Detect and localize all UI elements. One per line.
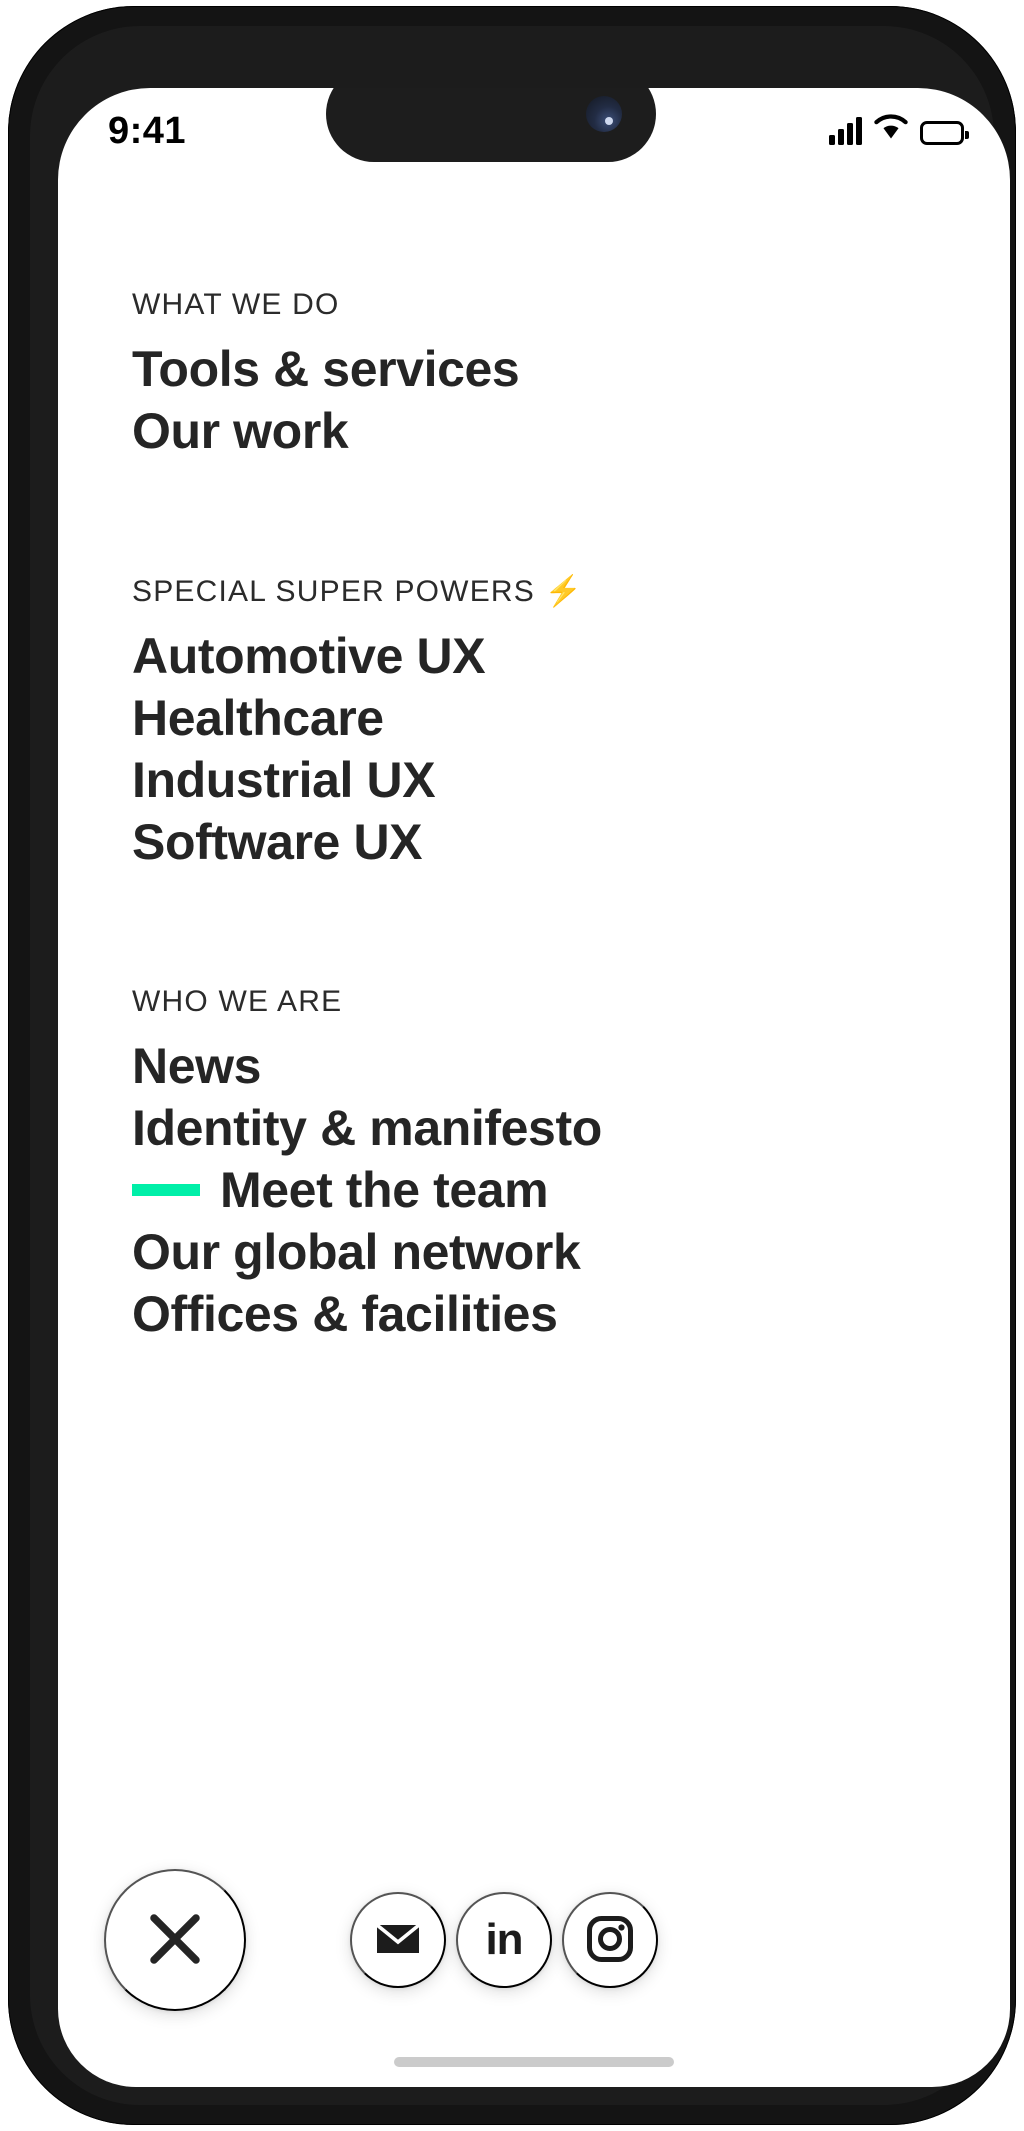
nav-item-industrial-ux[interactable]: Industrial UX xyxy=(132,749,1010,811)
status-bar: 9:41 xyxy=(58,88,1010,178)
envelope-icon xyxy=(375,1921,421,1960)
nav-group-label-text: SPECIAL SUPER POWERS xyxy=(132,575,535,608)
nav-group-what-we-do: WHAT WE DO Tools & services Our work xyxy=(132,288,1010,462)
nav-item-automotive-ux[interactable]: Automotive UX xyxy=(132,625,1010,687)
instagram-button[interactable] xyxy=(562,1892,658,1988)
phone-frame: 9:41 WHAT WE DO Tools & services Our wor… xyxy=(8,6,1016,2125)
nav-item-news[interactable]: News xyxy=(132,1035,1010,1097)
nav-item-our-global-network[interactable]: Our global network xyxy=(132,1221,1010,1283)
nav-item-label: Tools & services xyxy=(132,341,520,397)
home-indicator xyxy=(394,2057,674,2067)
nav-group-who-we-are: WHO WE ARE News Identity & manifesto Mee… xyxy=(132,985,1010,1345)
nav-item-label: Meet the team xyxy=(220,1162,549,1218)
lightning-bolt-icon: ⚡ xyxy=(544,575,584,608)
close-menu-button[interactable] xyxy=(104,1869,246,2011)
nav-item-label: Identity & manifesto xyxy=(132,1100,602,1156)
active-indicator-dash xyxy=(132,1184,200,1196)
linkedin-button[interactable]: in xyxy=(456,1892,552,1988)
nav-item-identity-and-manifesto[interactable]: Identity & manifesto xyxy=(132,1097,1010,1159)
nav-item-label: Industrial UX xyxy=(132,752,436,808)
nav-group-label-text: WHAT WE DO xyxy=(132,288,340,321)
status-bar-time: 9:41 xyxy=(108,110,187,152)
nav-item-label: Our global network xyxy=(132,1224,581,1280)
battery-icon xyxy=(920,121,969,145)
nav-item-label: Offices & facilities xyxy=(132,1286,558,1342)
nav-item-software-ux[interactable]: Software UX xyxy=(132,811,1010,873)
instagram-icon xyxy=(587,1915,633,1965)
email-button[interactable] xyxy=(350,1892,446,1988)
nav-item-offices-and-facilities[interactable]: Offices & facilities xyxy=(132,1283,1010,1345)
nav-item-label: Healthcare xyxy=(132,690,384,746)
phone-bezel: 9:41 WHAT WE DO Tools & services Our wor… xyxy=(30,26,1010,2105)
nav-group-special-super-powers: SPECIAL SUPER POWERS ⚡ Automotive UX Hea… xyxy=(132,574,1010,873)
nav-item-tools-and-services[interactable]: Tools & services xyxy=(132,338,1010,400)
nav-group-label-text: WHO WE ARE xyxy=(132,985,343,1018)
nav-item-label: News xyxy=(132,1038,262,1094)
nav-group-label: WHAT WE DO xyxy=(132,288,1010,322)
wifi-icon xyxy=(874,114,908,145)
nav-item-label: Our work xyxy=(132,403,349,459)
nav-group-label: SPECIAL SUPER POWERS ⚡ xyxy=(132,574,1010,609)
nav-item-meet-the-team[interactable]: Meet the team xyxy=(132,1159,1010,1221)
action-button-row: in xyxy=(58,1869,1010,2011)
nav-item-label: Automotive UX xyxy=(132,628,486,684)
dynamic-island xyxy=(326,88,656,162)
nav-item-label: Software UX xyxy=(132,814,423,870)
nav-item-our-work[interactable]: Our work xyxy=(132,400,1010,462)
front-camera-icon xyxy=(586,96,622,132)
phone-screen: 9:41 WHAT WE DO Tools & services Our wor… xyxy=(58,88,1010,2087)
linkedin-icon: in xyxy=(485,1915,523,1964)
nav-item-healthcare[interactable]: Healthcare xyxy=(132,687,1010,749)
nav-group-label: WHO WE ARE xyxy=(132,985,1010,1019)
navigation-menu: WHAT WE DO Tools & services Our work SPE… xyxy=(58,178,1010,1345)
status-bar-indicators xyxy=(829,114,969,145)
close-x-icon xyxy=(144,1908,206,1973)
cellular-signal-icon xyxy=(829,117,862,145)
